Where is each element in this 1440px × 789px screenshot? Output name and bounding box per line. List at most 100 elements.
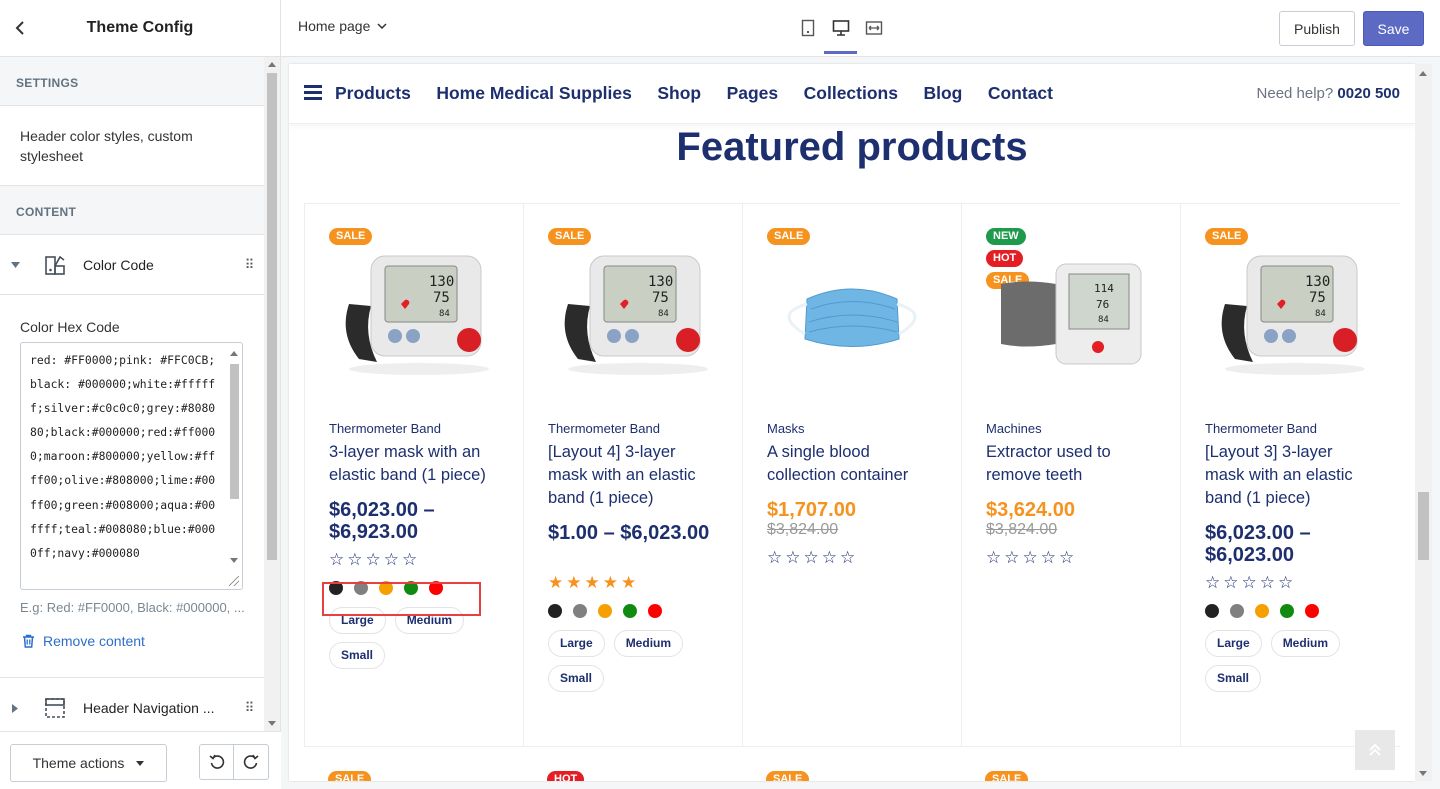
back-button[interactable] bbox=[0, 0, 40, 57]
color-swatch[interactable] bbox=[623, 604, 637, 618]
palette-block-icon bbox=[45, 255, 65, 275]
product-card[interactable]: SALE 130 75 84 Thermometer Band 3-layer mask … bbox=[304, 204, 523, 746]
save-button[interactable]: Save bbox=[1363, 11, 1424, 46]
svg-text:84: 84 bbox=[1098, 315, 1109, 325]
nav-menu: Products Home Medical Supplies Shop Page… bbox=[335, 83, 1079, 104]
product-card[interactable]: SALE Masks A single blood collection conta… bbox=[742, 204, 961, 746]
nav-item-pages[interactable]: Pages bbox=[727, 83, 779, 104]
product-name[interactable]: A single blood collection container bbox=[767, 441, 937, 487]
remove-content-link[interactable]: Remove content bbox=[0, 615, 264, 649]
trash-icon bbox=[23, 634, 34, 648]
sale-badge: SALE bbox=[548, 228, 592, 245]
size-option[interactable]: Medium bbox=[613, 630, 684, 657]
color-swatch[interactable] bbox=[648, 604, 662, 618]
product-rating-stars: ★★★★★ bbox=[548, 573, 640, 592]
svg-text:75: 75 bbox=[1309, 290, 1326, 306]
block-color-code[interactable]: Color Code ⠿ bbox=[0, 235, 264, 295]
product-category[interactable]: Masks bbox=[767, 421, 805, 436]
caret-right-icon[interactable] bbox=[0, 703, 30, 713]
color-swatch[interactable] bbox=[548, 604, 562, 618]
product-name[interactable]: Extractor used to remove teeth bbox=[986, 441, 1156, 487]
double-chevron-up-icon bbox=[1369, 743, 1381, 756]
publish-button[interactable]: Publish bbox=[1279, 11, 1355, 46]
size-option[interactable]: Medium bbox=[1270, 630, 1341, 657]
product-category[interactable]: Machines bbox=[986, 421, 1042, 436]
product-category[interactable]: Thermometer Band bbox=[548, 421, 660, 436]
product-name[interactable]: 3-layer mask with an elastic band (1 pie… bbox=[329, 441, 499, 487]
remove-content-label: Remove content bbox=[43, 633, 145, 649]
content-section-label: CONTENT bbox=[0, 186, 264, 235]
svg-text:130: 130 bbox=[429, 274, 454, 290]
drag-handle-icon[interactable]: ⠿ bbox=[234, 700, 264, 716]
color-swatch[interactable] bbox=[1305, 604, 1319, 618]
nav-item-shop[interactable]: Shop bbox=[657, 83, 701, 104]
page-selector[interactable]: Home page bbox=[298, 18, 387, 34]
size-option[interactable]: Small bbox=[1205, 665, 1262, 692]
help-phone[interactable]: 0020 500 bbox=[1337, 85, 1400, 102]
color-hex-textarea[interactable]: red: #FF0000;pink: #FFC0CB;black: #00000… bbox=[20, 342, 243, 590]
settings-item[interactable]: Header color styles, custom stylesheet bbox=[0, 106, 264, 186]
theme-actions-label: Theme actions bbox=[32, 755, 125, 771]
product-name[interactable]: [Layout 3] 3-layer mask with an elastic … bbox=[1205, 441, 1375, 510]
product-name[interactable]: [Layout 4] 3-layer mask with an elastic … bbox=[548, 441, 718, 510]
color-swatch[interactable] bbox=[1205, 604, 1219, 618]
page-selector-label: Home page bbox=[298, 18, 371, 34]
back-to-top-button[interactable] bbox=[1355, 730, 1395, 770]
size-option[interactable]: Large bbox=[1205, 630, 1262, 657]
product-card[interactable]: SALE 130 75 84 Thermometer Band [Layout 3] 3-… bbox=[1180, 204, 1399, 746]
nav-item-home-medical-supplies[interactable]: Home Medical Supplies bbox=[436, 83, 631, 104]
header-block-icon bbox=[45, 698, 65, 718]
undo-button[interactable] bbox=[199, 744, 234, 780]
svg-text:76: 76 bbox=[1096, 298, 1109, 311]
caret-down-icon bbox=[136, 760, 145, 766]
svg-text:75: 75 bbox=[652, 290, 669, 306]
size-option[interactable]: Large bbox=[548, 630, 605, 657]
nav-item-blog[interactable]: Blog bbox=[923, 83, 962, 104]
svg-text:84: 84 bbox=[1315, 309, 1326, 319]
product-card[interactable]: NEW HOT SALE 114 76 84 Machines Extractor used … bbox=[961, 204, 1180, 746]
help-label: Need help? bbox=[1256, 85, 1334, 102]
size-option[interactable]: Small bbox=[548, 665, 605, 692]
product-image[interactable]: 130 75 84 bbox=[548, 244, 718, 384]
nav-item-products[interactable]: Products bbox=[335, 83, 411, 104]
color-swatch[interactable] bbox=[573, 604, 587, 618]
product-card[interactable]: SALE 130 75 84 Thermometer Band [Layout 4] 3-… bbox=[523, 204, 742, 746]
product-image[interactable] bbox=[767, 244, 937, 384]
color-swatch[interactable] bbox=[598, 604, 612, 618]
new-badge: NEW bbox=[986, 228, 1026, 245]
sidebar-scrollbar[interactable] bbox=[264, 57, 280, 731]
product-category[interactable]: Thermometer Band bbox=[1205, 421, 1317, 436]
device-switcher bbox=[791, 14, 890, 54]
product-category[interactable]: Thermometer Band bbox=[329, 421, 441, 436]
sidebar-scroll-area: SETTINGS Header color styles, custom sty… bbox=[0, 57, 264, 731]
block-header-navigation[interactable]: Header Navigation ... ⠿ bbox=[0, 678, 264, 731]
mobile-icon bbox=[801, 19, 814, 37]
desktop-view-button[interactable] bbox=[824, 14, 857, 54]
sale-badge: SALE bbox=[1205, 228, 1249, 245]
hamburger-menu-icon[interactable] bbox=[304, 85, 322, 103]
redo-button[interactable] bbox=[234, 744, 269, 780]
nav-item-collections[interactable]: Collections bbox=[804, 83, 898, 104]
product-image[interactable]: 130 75 84 bbox=[1205, 244, 1375, 384]
sidebar-footer: Theme actions bbox=[0, 731, 281, 789]
product-grid: SALE 130 75 84 Thermometer Band 3-layer mask … bbox=[304, 203, 1400, 781]
product-image[interactable]: 114 76 84 bbox=[986, 244, 1156, 384]
sale-badge: SALE bbox=[766, 771, 810, 781]
color-swatch[interactable] bbox=[1255, 604, 1269, 618]
caret-down-icon[interactable] bbox=[0, 261, 30, 268]
product-image[interactable]: 130 75 84 bbox=[329, 244, 499, 384]
theme-actions-button[interactable]: Theme actions bbox=[10, 744, 167, 782]
preview-scrollbar[interactable] bbox=[1415, 64, 1432, 781]
textarea-scrollbar[interactable] bbox=[227, 344, 241, 588]
color-swatch[interactable] bbox=[1230, 604, 1244, 618]
color-swatch[interactable] bbox=[1280, 604, 1294, 618]
textarea-text: red: #FF0000;pink: #FFC0CB;black: #00000… bbox=[30, 353, 216, 560]
product-old-price: $3,824.00 bbox=[767, 521, 839, 538]
resize-grip-icon[interactable] bbox=[229, 576, 239, 586]
size-option[interactable]: Small bbox=[329, 642, 386, 669]
drag-handle-icon[interactable]: ⠿ bbox=[234, 257, 264, 273]
fullwidth-view-button[interactable] bbox=[857, 14, 890, 54]
mobile-view-button[interactable] bbox=[791, 14, 824, 54]
nav-item-contact[interactable]: Contact bbox=[988, 83, 1053, 104]
sidebar-header: Theme Config bbox=[0, 0, 280, 57]
